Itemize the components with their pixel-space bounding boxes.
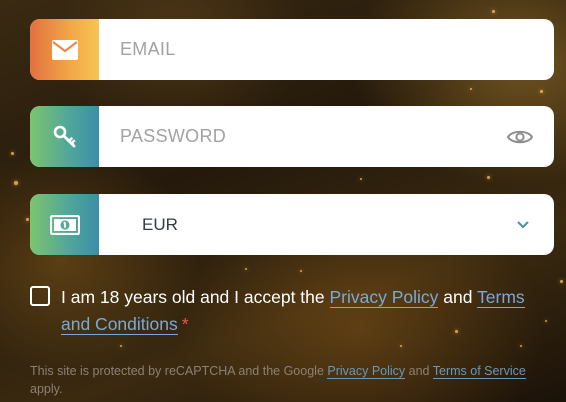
email-input[interactable]: [118, 19, 554, 80]
envelope-icon: [51, 39, 78, 60]
recaptcha-conjunction: and: [405, 364, 433, 378]
email-badge: [30, 19, 99, 80]
currency-badge: [30, 194, 99, 255]
password-input[interactable]: [118, 106, 500, 167]
show-password-button[interactable]: [500, 117, 540, 157]
google-terms-of-service-link[interactable]: Terms of Service: [432, 364, 526, 379]
age-terms-checkbox[interactable]: [30, 286, 50, 306]
required-asterisk: *: [181, 314, 189, 334]
recaptcha-suffix: apply.: [30, 382, 63, 396]
terms-agreement: I am 18 years old and I accept the Priva…: [30, 284, 550, 338]
banknote-icon: [49, 214, 80, 235]
recaptcha-notice: This site is protected by reCAPTCHA and …: [30, 362, 556, 398]
chevron-down-icon: [517, 220, 529, 228]
key-icon: [53, 125, 75, 147]
recaptcha-prefix: This site is protected by reCAPTCHA and …: [30, 364, 328, 378]
password-field[interactable]: [30, 106, 554, 167]
terms-prefix: I am 18 years old and I accept the: [61, 287, 330, 307]
terms-label: I am 18 years old and I accept the Priva…: [61, 284, 550, 338]
currency-select[interactable]: EUR: [30, 194, 554, 255]
privacy-policy-link[interactable]: Privacy Policy: [329, 287, 439, 308]
currency-dropdown-toggle[interactable]: [508, 210, 538, 240]
eye-icon: [507, 130, 533, 143]
terms-conjunction: and: [438, 287, 478, 307]
currency-value: EUR: [142, 214, 178, 234]
email-field[interactable]: [30, 19, 554, 80]
google-privacy-policy-link[interactable]: Privacy Policy: [327, 364, 406, 379]
password-badge: [30, 106, 99, 167]
